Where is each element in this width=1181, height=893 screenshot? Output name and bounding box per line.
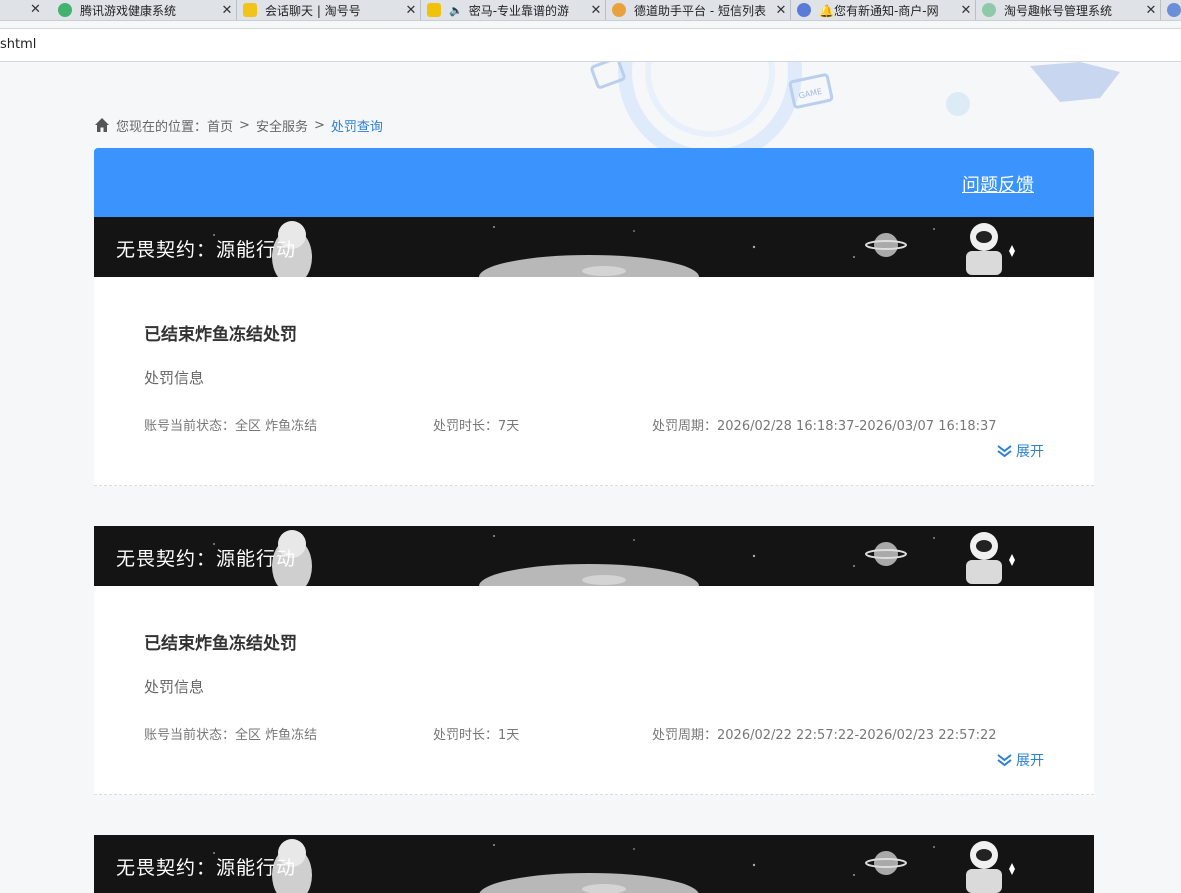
- browser-tab[interactable]: 🔈 密马-专业靠谱的游 ✕: [421, 0, 606, 20]
- game-banner: 无畏契约：源能行动: [94, 526, 1094, 586]
- penalty-record: 无畏契约：源能行动 已结束炸鱼冻结处罚 处罚信息 账号当前状态：全区 炸鱼冻结 …: [94, 217, 1094, 486]
- expand-button[interactable]: 展开: [996, 750, 1044, 770]
- penalty-period: 处罚周期：2026/02/28 16:18:37-2026/03/07 16:1…: [652, 419, 997, 434]
- browser-tab[interactable]: 德道助手平台 - 短信列表 ✕: [606, 0, 791, 20]
- breadcrumb-item-security[interactable]: 安全服务: [256, 116, 308, 135]
- browser-tab[interactable]: 🔔您有新通知-商户-网 ✕: [791, 0, 976, 20]
- breadcrumb-current[interactable]: 处罚查询: [331, 116, 383, 135]
- feedback-link[interactable]: 问题反馈: [962, 171, 1034, 197]
- penalty-record: 无畏契约：源能行动 已结束炸鱼冻结处罚 处罚信息 账号当前状态：全区 炸鱼冻结 …: [94, 526, 1094, 795]
- tab-favicon-icon: [1167, 3, 1181, 17]
- banner-title: 无畏契约：源能行动: [116, 239, 297, 261]
- record-section-label: 处罚信息: [144, 678, 205, 696]
- tab-close-button[interactable]: ✕: [1142, 3, 1160, 18]
- penalty-query-panel: 问题反馈 无畏契约：源能行动 已结束炸鱼冻结处罚 处罚信息 账号当前状态：全区 …: [94, 148, 1094, 893]
- home-icon: [95, 118, 109, 132]
- tab-title: 德道助手平台 - 短信列表: [634, 3, 766, 18]
- penalty-record: 无畏契约：源能行动: [94, 835, 1094, 893]
- tab-title: 会话聊天 | 淘号号: [265, 3, 361, 18]
- game-banner: 无畏契约：源能行动: [94, 217, 1094, 277]
- record-body: 已结束炸鱼冻结处罚 处罚信息 账号当前状态：全区 炸鱼冻结 处罚时长：1天 处罚…: [94, 586, 1094, 795]
- browser-tab[interactable]: 腾讯游戏健康系统 ✕: [52, 0, 237, 20]
- expand-button[interactable]: 展开: [996, 441, 1044, 461]
- double-chevron-down-icon: [997, 445, 1012, 458]
- record-spacer: [94, 795, 1094, 835]
- panel-header: 问题反馈: [94, 148, 1094, 217]
- tab-close-button[interactable]: ✕: [772, 3, 790, 18]
- tab-close-button[interactable]: ✕: [218, 3, 236, 18]
- expand-label: 展开: [1016, 753, 1044, 769]
- tab-close-button[interactable]: ✕: [402, 3, 420, 18]
- tab-favicon-icon: [58, 3, 72, 17]
- penalty-duration: 处罚时长：1天: [433, 728, 520, 743]
- address-bar[interactable]: shtml: [0, 28, 1181, 62]
- banner-title: 无畏契约：源能行动: [116, 548, 297, 570]
- browser-tab[interactable]: 会话聊天 | 淘号号 ✕: [237, 0, 421, 20]
- breadcrumb: 您现在的位置： 首页 > 安全服务 > 处罚查询: [94, 115, 383, 135]
- account-status: 账号当前状态：全区 炸鱼冻结: [144, 728, 318, 743]
- tab-close-button[interactable]: ✕: [957, 3, 975, 18]
- tab-favicon-icon: [427, 3, 441, 17]
- tab-title: 密马-专业靠谱的游: [468, 3, 570, 18]
- browser-tab-strip: ✕ 腾讯游戏健康系统 ✕ 会话聊天 | 淘号号 ✕ 🔈 密马-专业靠谱的游 ✕ …: [0, 0, 1181, 21]
- browser-tab[interactable]: 淘号趣帐号管理系统 ✕: [976, 0, 1161, 20]
- record-section-label: 处罚信息: [144, 369, 205, 387]
- account-status: 账号当前状态：全区 炸鱼冻结: [144, 419, 318, 434]
- tab-title: 🔔您有新通知-商户-网: [819, 3, 939, 18]
- record-title: 已结束炸鱼冻结处罚: [144, 325, 297, 345]
- penalty-period: 处罚周期：2026/02/22 22:57:22-2026/02/23 22:5…: [652, 728, 997, 743]
- double-chevron-down-icon: [997, 754, 1012, 767]
- game-banner: 无畏契约：源能行动: [94, 835, 1094, 893]
- record-title: 已结束炸鱼冻结处罚: [144, 634, 297, 654]
- tab-title: 淘号趣帐号管理系统: [1004, 3, 1113, 18]
- expand-label: 展开: [1016, 444, 1044, 460]
- breadcrumb-prefix: 您现在的位置：: [116, 119, 208, 135]
- record-spacer: [94, 486, 1094, 526]
- tab-favicon-icon: [612, 3, 626, 17]
- svg-text:GAME: GAME: [798, 87, 823, 101]
- penalty-duration: 处罚时长：7天: [433, 419, 520, 434]
- breadcrumb-item-home[interactable]: 首页: [207, 116, 233, 135]
- url-text[interactable]: shtml: [0, 37, 36, 52]
- tab-favicon-icon: [797, 3, 811, 17]
- browser-tab-partial[interactable]: [1161, 0, 1181, 20]
- tab-favicon-icon: [982, 3, 996, 17]
- tab-title: 腾讯游戏健康系统: [80, 3, 177, 18]
- tab-close-button[interactable]: ✕: [587, 3, 605, 18]
- speaker-icon[interactable]: 🔈: [449, 4, 463, 17]
- breadcrumb-separator: >: [313, 117, 325, 133]
- breadcrumb-separator: >: [239, 117, 250, 133]
- banner-title: 无畏契约：源能行动: [116, 857, 297, 879]
- tab-favicon-icon: [243, 3, 257, 17]
- tab-close-button[interactable]: ✕: [30, 0, 41, 20]
- record-body: 已结束炸鱼冻结处罚 处罚信息 账号当前状态：全区 炸鱼冻结 处罚时长：7天 处罚…: [94, 277, 1094, 486]
- header-decoration: GAME: [590, 62, 1120, 152]
